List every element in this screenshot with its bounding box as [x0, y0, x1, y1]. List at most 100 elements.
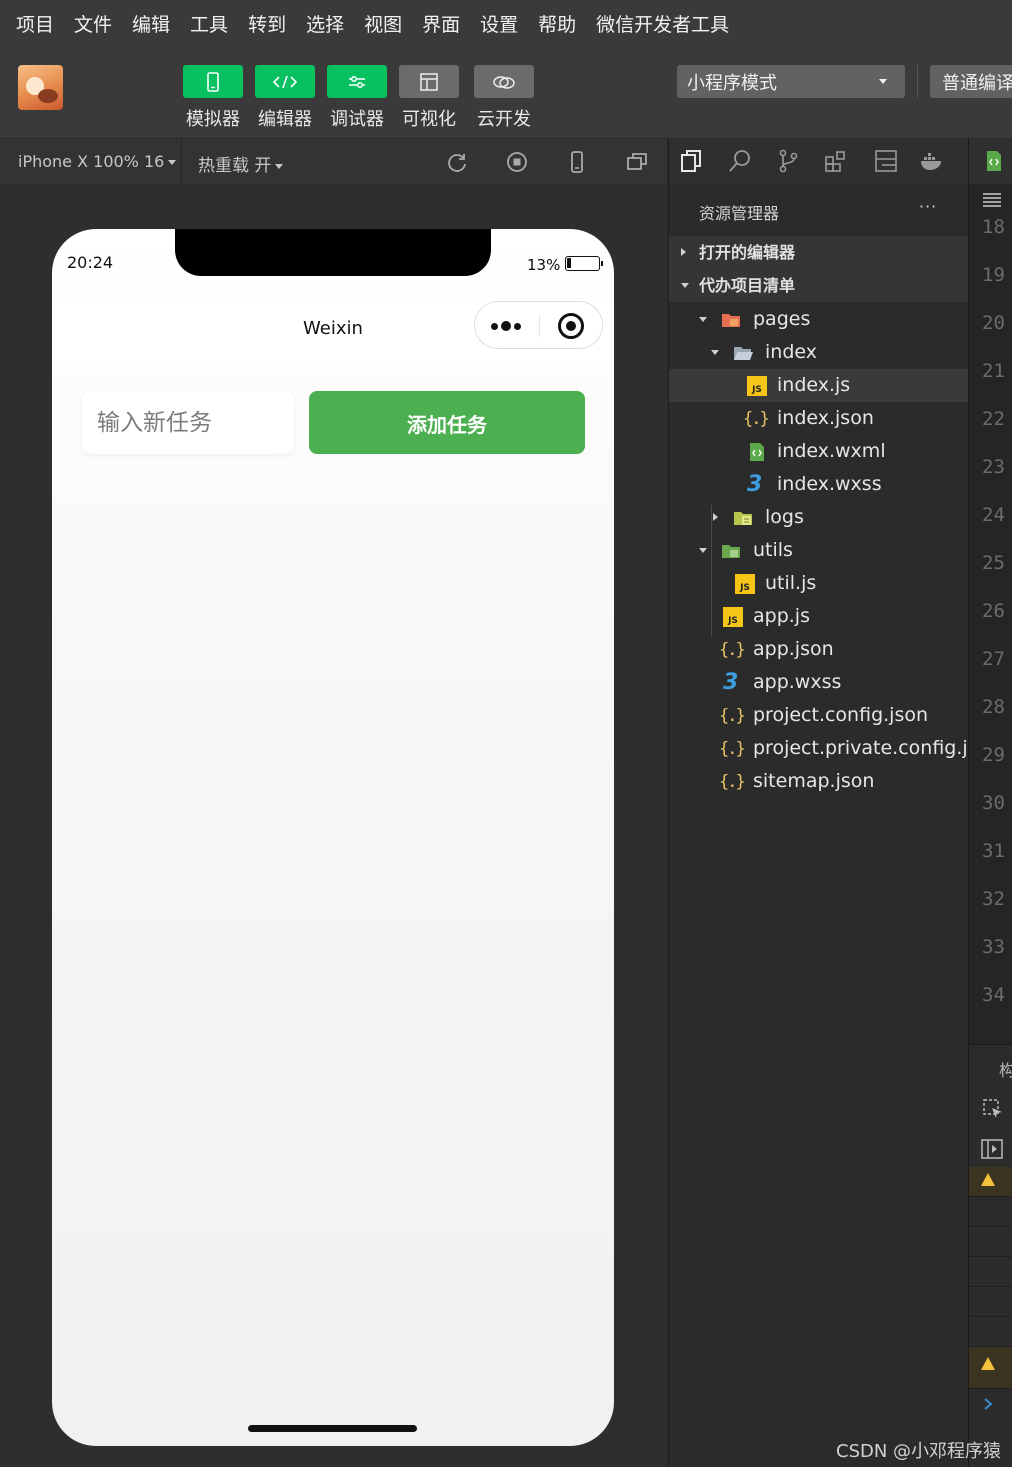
source-control-icon[interactable] [775, 148, 801, 174]
line-number: 30 [982, 792, 1005, 814]
files-icon[interactable] [679, 148, 705, 174]
tree-item-label: utils [753, 539, 793, 561]
extensions-icon[interactable] [823, 148, 849, 174]
list-icon[interactable] [981, 192, 1001, 208]
device-select[interactable]: iPhone X 100% 16 [18, 152, 177, 171]
more-actions-icon[interactable]: ··· [919, 197, 937, 216]
stop-icon[interactable] [505, 150, 529, 174]
tree-item-logs[interactable]: logs [669, 501, 968, 534]
panel-tab-label[interactable]: 构 [999, 1057, 1012, 1081]
device-toolbar-icon[interactable] [981, 1139, 1003, 1159]
line-number: 34 [982, 984, 1005, 1006]
line-number: 32 [982, 888, 1005, 910]
watermark: CSDN @小邓程序猿 [836, 1441, 1002, 1462]
tree-item-pages[interactable]: pages [669, 303, 968, 336]
editor-tab[interactable] [969, 138, 1012, 184]
tree-item-app-wxss[interactable]: 3 app.wxss [669, 666, 968, 699]
line-number: 18 [982, 216, 1005, 238]
visual-toggle-button[interactable]: 可视化 [399, 65, 459, 131]
line-number: 29 [982, 744, 1005, 766]
hot-reload-select[interactable]: 热重载 开 [198, 151, 284, 176]
tree-item-project-private-config[interactable]: {.} project.private.config.js... [669, 732, 996, 765]
tree-item-label: app.json [753, 638, 834, 660]
menu-item-help[interactable]: 帮助 [534, 10, 580, 37]
tree-item-label: pages [753, 308, 811, 330]
toolbar: 模拟器 编辑器 调试器 可视化 云开发 小程序模式 普通编译 [0, 46, 1012, 138]
console-row[interactable] [969, 1257, 1012, 1287]
more-icon[interactable] [491, 321, 524, 331]
wxml-file-icon [987, 151, 1001, 171]
tree-item-utils[interactable]: utils [669, 534, 968, 567]
tree-item-app-json[interactable]: {.} app.json [669, 633, 968, 666]
menu-item-wechat-devtools[interactable]: 微信开发者工具 [592, 10, 733, 37]
chevron-down-icon [879, 79, 887, 84]
menu-bar: 项目 文件 编辑 工具 转到 选择 视图 界面 设置 帮助 微信开发者工具 [0, 0, 1012, 46]
warning-icon [981, 1357, 995, 1370]
line-number: 19 [982, 264, 1005, 286]
line-number: 21 [982, 360, 1005, 382]
simbar-divider [181, 139, 182, 185]
chevron-right-icon [681, 248, 686, 256]
add-task-button[interactable]: 添加任务 [309, 391, 585, 454]
cloud-dev-label: 云开发 [477, 109, 531, 130]
menu-item-goto[interactable]: 转到 [244, 10, 290, 37]
compile-mode-select[interactable]: 普通编译 [930, 65, 1012, 98]
chevron-right-icon[interactable] [983, 1397, 993, 1411]
menu-item-view[interactable]: 视图 [360, 10, 406, 37]
open-editors-section[interactable]: 打开的编辑器 [669, 236, 968, 269]
refresh-icon[interactable] [445, 150, 469, 174]
tree-item-index-wxml[interactable]: index.wxml [669, 435, 968, 468]
mode-select[interactable]: 小程序模式 [677, 65, 905, 98]
folder-utils-icon [722, 545, 740, 558]
simulator-toggle-button[interactable]: 模拟器 [183, 65, 243, 131]
docker-icon[interactable] [919, 148, 945, 174]
visual-label: 可视化 [402, 109, 456, 130]
console-warning-row[interactable] [969, 1167, 1012, 1197]
editor-toggle-button[interactable]: 编辑器 [255, 65, 315, 131]
open-editors-label: 打开的编辑器 [699, 243, 796, 262]
search-icon[interactable] [727, 148, 753, 174]
tree-item-app-js[interactable]: JS app.js [669, 600, 968, 633]
tree-item-index-folder[interactable]: index [669, 336, 968, 369]
menu-item-project[interactable]: 项目 [12, 10, 58, 37]
menu-item-select[interactable]: 选择 [302, 10, 348, 37]
tree-item-sitemap[interactable]: {.} sitemap.json [669, 765, 968, 798]
tree-item-index-json[interactable]: {.} index.json [669, 402, 968, 435]
battery-icon [565, 256, 603, 271]
inspect-element-icon[interactable] [983, 1099, 1003, 1119]
detach-window-icon[interactable] [625, 150, 649, 174]
menu-item-edit[interactable]: 编辑 [128, 10, 174, 37]
close-miniprogram-icon[interactable] [558, 313, 584, 339]
mode-select-value: 小程序模式 [687, 72, 777, 94]
simulator-label: 模拟器 [186, 109, 240, 130]
cloud-dev-button[interactable]: 云开发 [474, 65, 534, 131]
menu-item-interface[interactable]: 界面 [418, 10, 464, 37]
menu-item-settings[interactable]: 设置 [476, 10, 522, 37]
tree-item-project-config[interactable]: {.} project.config.json [669, 699, 968, 732]
tree-item-label: app.wxss [753, 671, 842, 693]
explorer-title: 资源管理器 [699, 204, 780, 223]
user-avatar[interactable] [18, 65, 63, 110]
device-preview-icon[interactable] [565, 150, 589, 174]
project-section[interactable]: 代办项目清单 [669, 269, 968, 302]
line-number: 24 [982, 504, 1005, 526]
menu-item-tools[interactable]: 工具 [186, 10, 232, 37]
storage-icon[interactable] [873, 148, 899, 174]
menu-item-file[interactable]: 文件 [70, 10, 116, 37]
console-row[interactable] [969, 1227, 1012, 1257]
device-select-value: iPhone X 100% 16 [18, 152, 165, 171]
console-row[interactable] [969, 1317, 1012, 1347]
tree-item-util-js[interactable]: JS util.js [669, 567, 968, 600]
tree-item-label: sitemap.json [753, 770, 875, 792]
line-number: 20 [982, 312, 1005, 334]
tree-item-index-js[interactable]: JS index.js [669, 369, 968, 402]
chevron-down-icon [681, 283, 689, 288]
console-warning-row[interactable] [969, 1347, 1012, 1389]
new-task-input[interactable] [82, 391, 294, 454]
console-row[interactable] [969, 1197, 1012, 1227]
console-row[interactable] [969, 1287, 1012, 1317]
tree-item-label: index.json [777, 407, 874, 429]
tree-item-index-wxss[interactable]: 3 index.wxss [669, 468, 968, 501]
debugger-toggle-button[interactable]: 调试器 [327, 65, 387, 131]
tree-item-label: index.js [777, 374, 851, 396]
